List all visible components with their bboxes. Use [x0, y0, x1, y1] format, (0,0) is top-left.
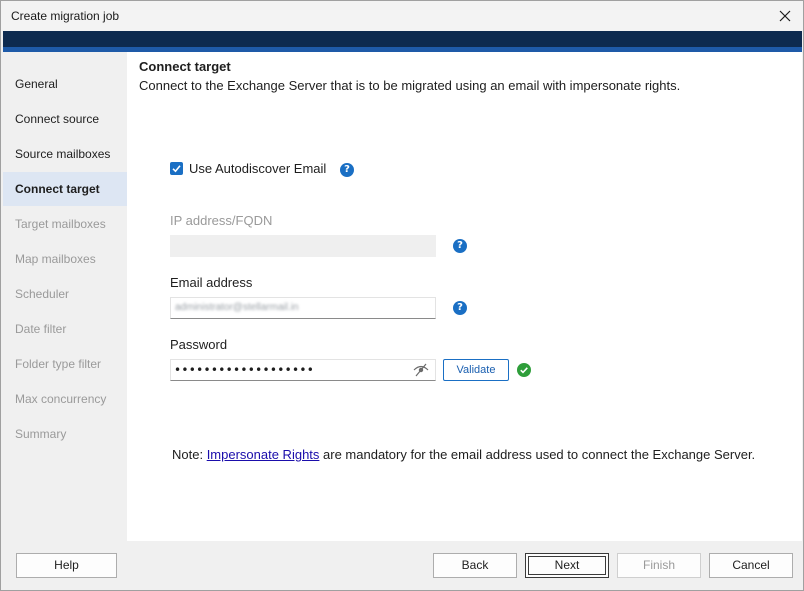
- password-value: •••••••••••••••••••: [174, 363, 315, 377]
- page-description: Connect to the Exchange Server that is t…: [139, 78, 681, 93]
- header-banner: [3, 31, 802, 47]
- finish-button: Finish: [617, 553, 701, 578]
- wizard-steps-sidebar: General Connect source Source mailboxes …: [3, 52, 127, 541]
- validate-button[interactable]: Validate: [443, 359, 509, 381]
- step-target-mailboxes: Target mailboxes: [15, 217, 106, 231]
- password-label: Password: [170, 337, 228, 352]
- note-suffix: are mandatory for the email address used…: [319, 447, 756, 462]
- ip-address-field: [170, 235, 436, 257]
- migration-dialog: Create migration job General Connect sou…: [0, 0, 804, 591]
- page-title: Connect target: [139, 59, 231, 74]
- step-map-mailboxes: Map mailboxes: [15, 252, 96, 266]
- impersonate-rights-link[interactable]: Impersonate Rights: [207, 447, 320, 462]
- email-address-value: administrator@stellarmail.in: [175, 302, 299, 313]
- ip-address-label: IP address/FQDN: [170, 213, 273, 228]
- step-summary: Summary: [15, 427, 67, 441]
- window-title: Create migration job: [11, 9, 120, 23]
- cancel-button[interactable]: Cancel: [709, 553, 793, 578]
- step-max-concurrency: Max concurrency: [15, 392, 107, 406]
- password-field[interactable]: •••••••••••••••••••: [170, 359, 436, 381]
- title-bar: Create migration job: [1, 1, 803, 31]
- email-address-label: Email address: [170, 275, 253, 290]
- help-button[interactable]: Help: [16, 553, 117, 578]
- step-connect-source[interactable]: Connect source: [3, 102, 127, 136]
- step-connect-target[interactable]: Connect target: [3, 172, 127, 206]
- step-source-mailboxes[interactable]: Source mailboxes: [3, 137, 127, 171]
- connect-target-panel: Connect target Connect to the Exchange S…: [127, 52, 802, 541]
- eye-slash-icon[interactable]: [413, 363, 429, 382]
- success-check-icon: [517, 363, 531, 382]
- back-button[interactable]: Back: [433, 553, 517, 578]
- step-scheduler: Scheduler: [15, 287, 70, 301]
- autodiscover-help-icon[interactable]: ?: [340, 163, 354, 177]
- checkmark-icon: [172, 165, 181, 173]
- autodiscover-checkbox[interactable]: [170, 162, 183, 175]
- step-general[interactable]: General: [3, 67, 127, 101]
- autodiscover-label[interactable]: Use Autodiscover Email: [189, 161, 326, 176]
- email-address-field[interactable]: administrator@stellarmail.in: [170, 297, 436, 319]
- ip-address-help-icon[interactable]: ?: [453, 239, 467, 253]
- next-button[interactable]: Next: [525, 553, 609, 578]
- note-prefix: Note:: [172, 447, 207, 462]
- step-folder-type-filter: Folder type filter: [15, 357, 102, 371]
- close-icon[interactable]: [773, 4, 797, 28]
- note-text: Note: Impersonate Rights are mandatory f…: [172, 447, 755, 462]
- step-date-filter: Date filter: [15, 322, 67, 336]
- dialog-footer: Help Back Next Finish Cancel: [3, 541, 802, 590]
- email-address-help-icon[interactable]: ?: [453, 301, 467, 315]
